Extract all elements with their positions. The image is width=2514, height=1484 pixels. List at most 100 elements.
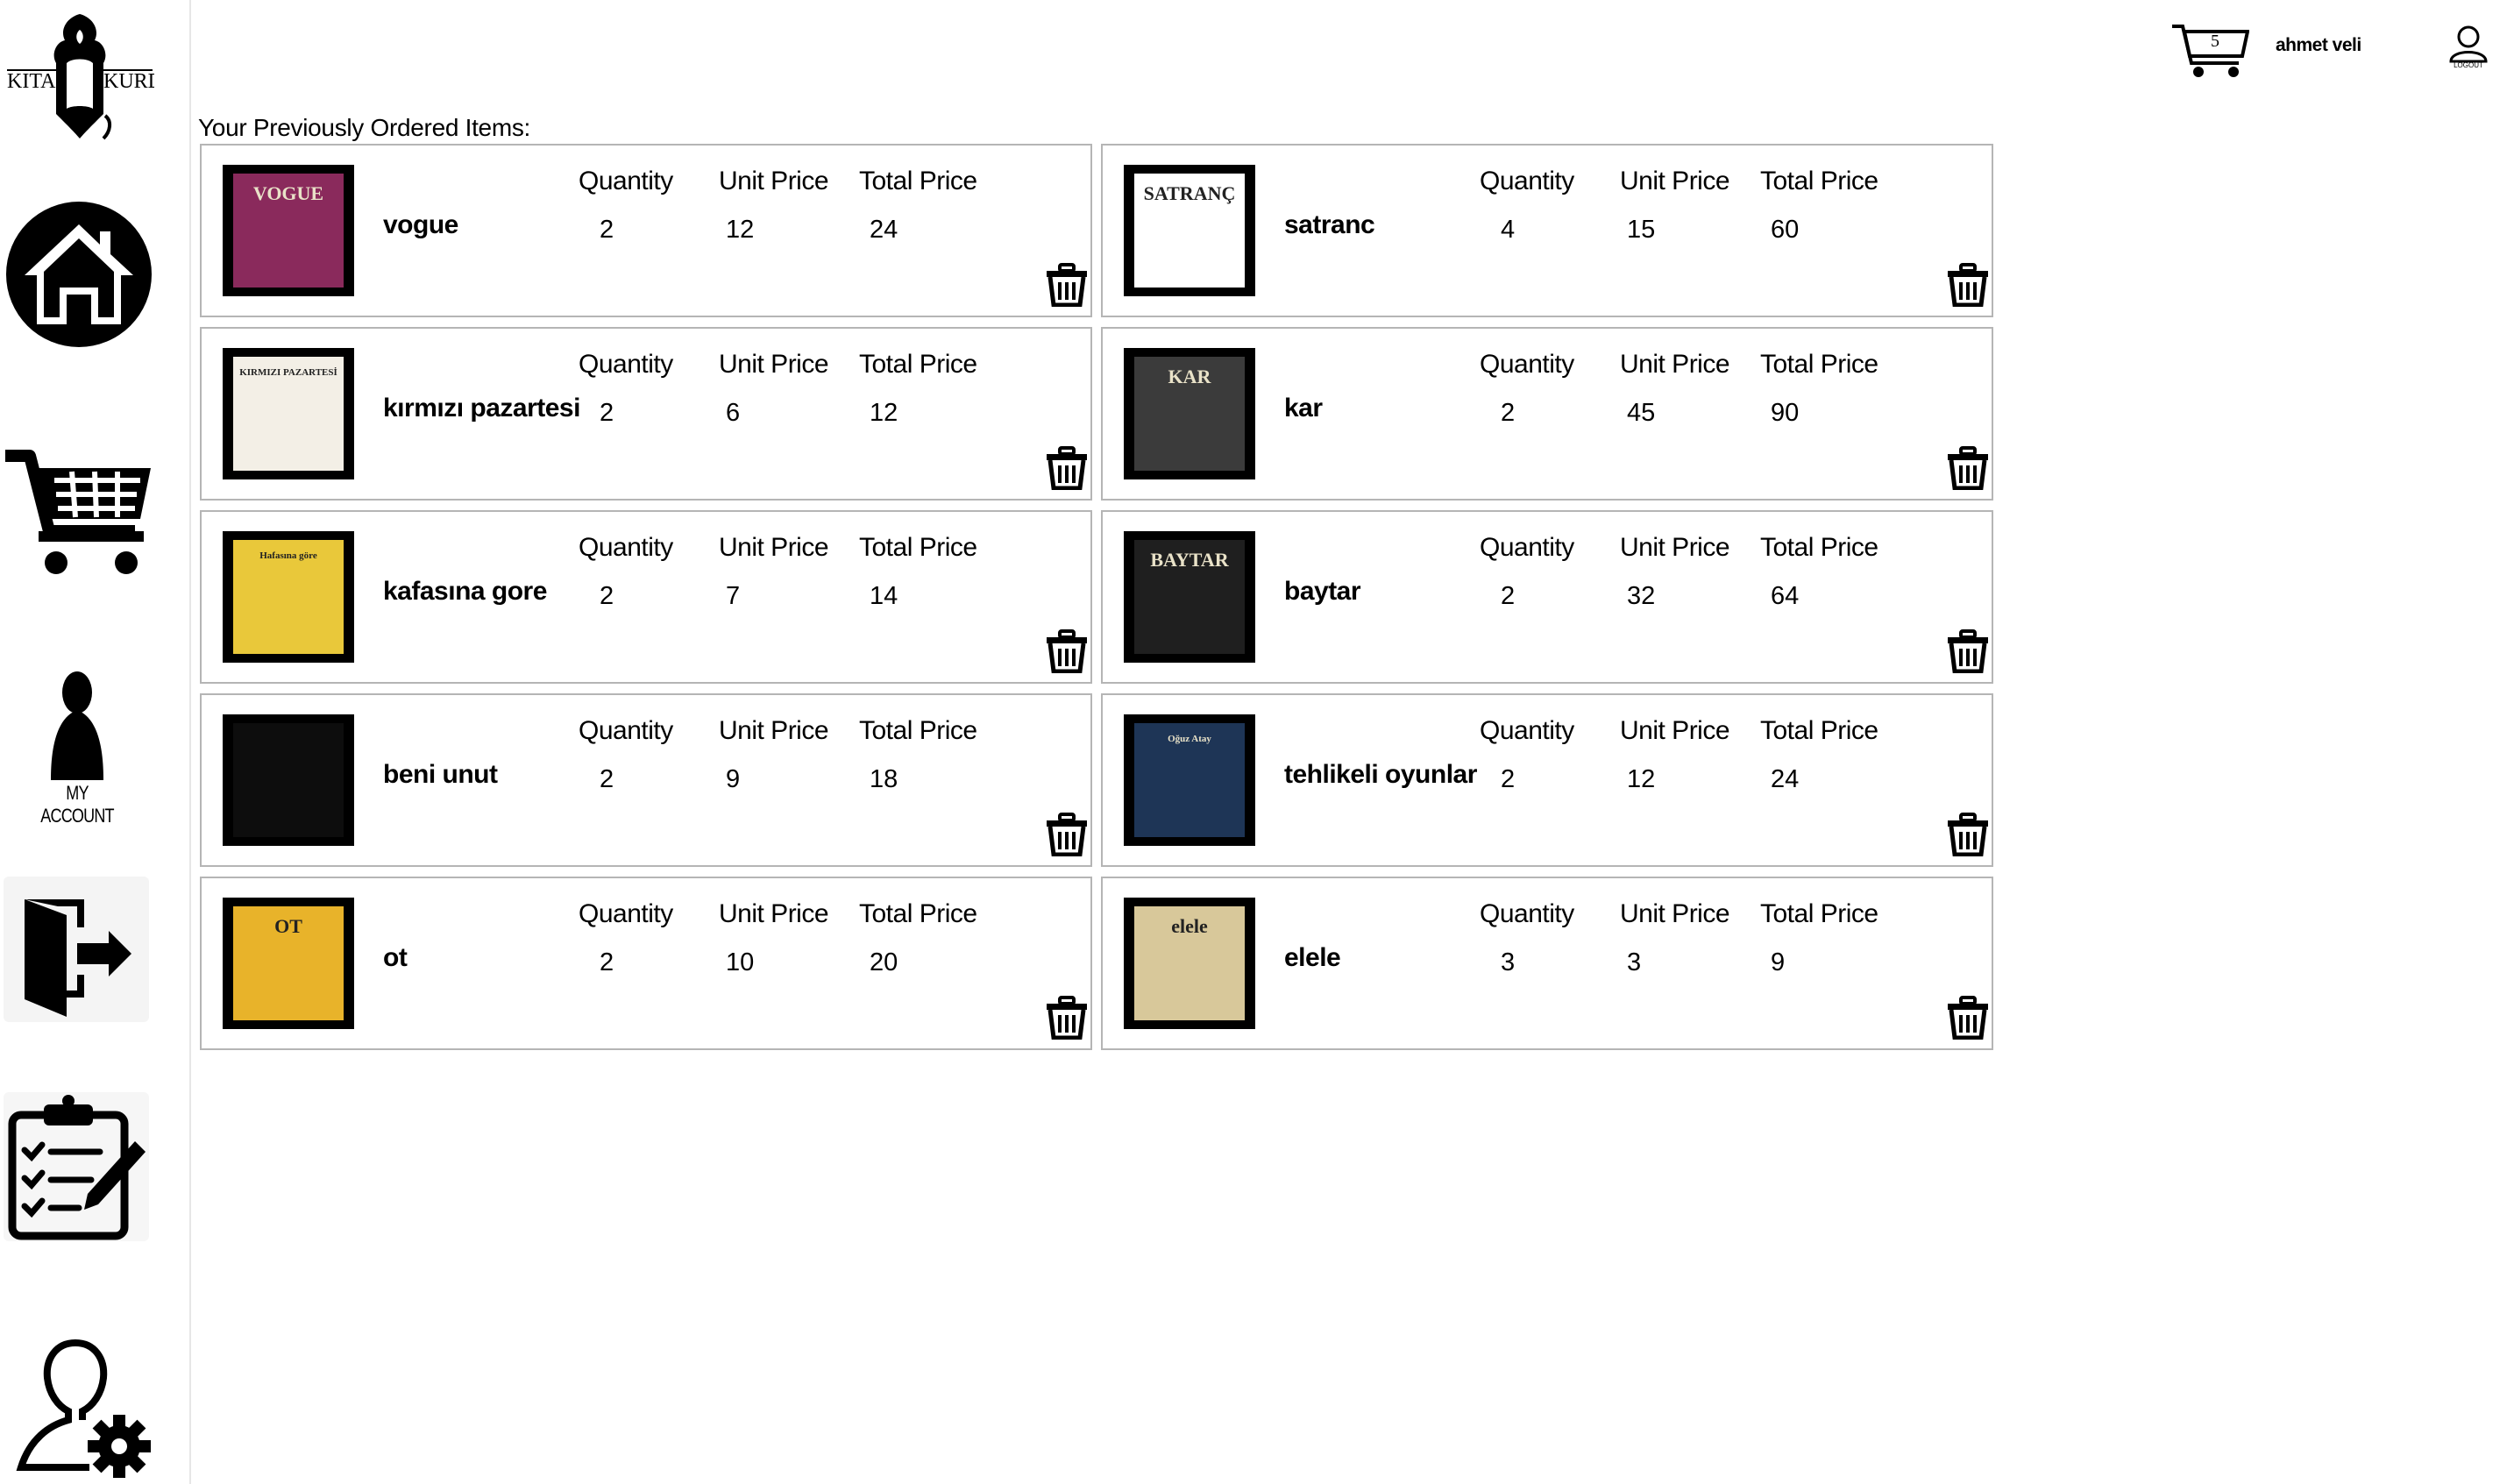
order-card: Hafasına göre kafasına gore Quantity Uni… <box>200 510 1092 684</box>
unit-price-header: Unit Price <box>1620 167 1730 195</box>
cover-title: KAR <box>1168 366 1211 387</box>
unit-price-header: Unit Price <box>1620 716 1730 745</box>
kitap-kurdu-logo[interactable]: KITAP KURDU <box>5 11 154 142</box>
quantity-value: 2 <box>600 948 614 976</box>
order-card: VOGUE vogue Quantity Unit Price Total Pr… <box>200 144 1092 317</box>
book-cover-image[interactable]: Oğuz Atay <box>1124 714 1255 846</box>
quantity-value: 2 <box>600 216 614 244</box>
unit-price-value: 9 <box>726 765 741 793</box>
unit-price-value: 10 <box>726 948 755 976</box>
cover-title: BAYTAR <box>1150 549 1229 571</box>
total-price-header: Total Price <box>1760 716 1878 745</box>
delete-trash-icon[interactable] <box>1946 996 1990 1040</box>
shopping-cart-icon[interactable] <box>4 438 154 579</box>
logout-label[interactable]: LOGOUT <box>2446 61 2491 69</box>
delete-trash-icon[interactable] <box>1946 813 1990 856</box>
cart-count-badge: 5 <box>2211 32 2219 51</box>
cover-title: elele <box>1171 915 1208 937</box>
quantity-value: 2 <box>600 399 614 427</box>
item-name: ot <box>383 943 408 972</box>
unit-price-value: 15 <box>1627 216 1656 244</box>
quantity-header: Quantity <box>579 716 673 745</box>
quantity-header: Quantity <box>579 533 673 562</box>
unit-price-value: 3 <box>1627 948 1642 976</box>
unit-price-header: Unit Price <box>1620 533 1730 562</box>
total-price-value: 9 <box>1771 948 1786 976</box>
cover-title: SATRANÇ <box>1143 182 1236 204</box>
cover-title: Hafasına göre <box>259 550 317 561</box>
unit-price-value: 45 <box>1627 399 1656 427</box>
page-title: Your Previously Ordered Items: <box>198 114 531 141</box>
order-card: KAR kar Quantity Unit Price Total Price … <box>1101 327 1993 501</box>
total-price-header: Total Price <box>859 167 977 195</box>
cover-title: OT <box>274 915 302 937</box>
item-name: kafasına gore <box>383 577 547 606</box>
unit-price-header: Unit Price <box>719 167 829 195</box>
delete-trash-icon[interactable] <box>1946 629 1990 673</box>
book-cover-image[interactable]: KAR <box>1124 348 1255 479</box>
total-price-header: Total Price <box>859 350 977 379</box>
book-cover-image[interactable]: SATRANÇ <box>1124 165 1255 296</box>
total-price-header: Total Price <box>859 716 977 745</box>
book-cover-image[interactable]: OT <box>223 898 354 1029</box>
unit-price-value: 12 <box>726 216 755 244</box>
user-settings-icon[interactable] <box>14 1336 154 1481</box>
item-name: satranc <box>1284 210 1375 239</box>
delete-trash-icon[interactable] <box>1045 629 1089 673</box>
unit-price-header: Unit Price <box>719 716 829 745</box>
total-price-value: 90 <box>1771 399 1800 427</box>
delete-trash-icon[interactable] <box>1946 446 1990 490</box>
cover-art: Oğuz Atay <box>1134 723 1245 837</box>
book-cover-image[interactable]: elele <box>1124 898 1255 1029</box>
quantity-value: 2 <box>1501 582 1516 610</box>
cover-title: VOGUE <box>252 182 324 204</box>
my-account-label[interactable]: MY ACCOUNT <box>34 782 120 827</box>
total-price-value: 20 <box>870 948 898 976</box>
logout-door-icon[interactable] <box>4 877 149 1022</box>
book-cover-image[interactable]: VOGUE <box>223 165 354 296</box>
cover-art: VOGUE <box>233 174 344 288</box>
total-price-value: 18 <box>870 765 898 793</box>
total-price-value: 24 <box>1771 765 1800 793</box>
unit-price-value: 7 <box>726 582 741 610</box>
unit-price-value: 32 <box>1627 582 1656 610</box>
quantity-header: Quantity <box>1480 899 1574 928</box>
quantity-header: Quantity <box>579 350 673 379</box>
quantity-value: 3 <box>1501 948 1516 976</box>
cover-art <box>233 723 344 837</box>
item-name: kırmızı pazartesi <box>383 394 580 422</box>
delete-trash-icon[interactable] <box>1045 446 1089 490</box>
item-name: tehlikeli oyunlar <box>1284 760 1477 789</box>
home-icon[interactable] <box>5 200 153 349</box>
book-cover-image[interactable]: BAYTAR <box>1124 531 1255 663</box>
delete-trash-icon[interactable] <box>1946 263 1990 307</box>
delete-trash-icon[interactable] <box>1045 263 1089 307</box>
cover-art: OT <box>233 906 344 1020</box>
unit-price-header: Unit Price <box>719 899 829 928</box>
quantity-value: 2 <box>600 765 614 793</box>
book-cover-image[interactable]: Hafasına göre <box>223 531 354 663</box>
quantity-header: Quantity <box>1480 716 1574 745</box>
cover-art: KAR <box>1134 357 1245 471</box>
total-price-value: 60 <box>1771 216 1800 244</box>
unit-price-header: Unit Price <box>719 350 829 379</box>
delete-trash-icon[interactable] <box>1045 996 1089 1040</box>
total-price-header: Total Price <box>859 533 977 562</box>
logo-text-right: KURDU <box>103 70 154 93</box>
item-name: kar <box>1284 394 1323 422</box>
quantity-header: Quantity <box>1480 533 1574 562</box>
unit-price-header: Unit Price <box>1620 899 1730 928</box>
total-price-header: Total Price <box>859 899 977 928</box>
cover-art: Hafasına göre <box>233 540 344 654</box>
total-price-header: Total Price <box>1760 350 1878 379</box>
order-card: elele elele Quantity Unit Price Total Pr… <box>1101 877 1993 1050</box>
logo-text-left: KITAP <box>7 70 67 93</box>
book-cover-image[interactable]: KIRMIZI PAZARTESİ <box>223 348 354 479</box>
quantity-header: Quantity <box>579 167 673 195</box>
clipboard-checklist-icon[interactable] <box>4 1092 149 1241</box>
total-price-header: Total Price <box>1760 533 1878 562</box>
item-name: beni unut <box>383 760 498 789</box>
delete-trash-icon[interactable] <box>1045 813 1089 856</box>
book-cover-image[interactable] <box>223 714 354 846</box>
quantity-value: 2 <box>600 582 614 610</box>
